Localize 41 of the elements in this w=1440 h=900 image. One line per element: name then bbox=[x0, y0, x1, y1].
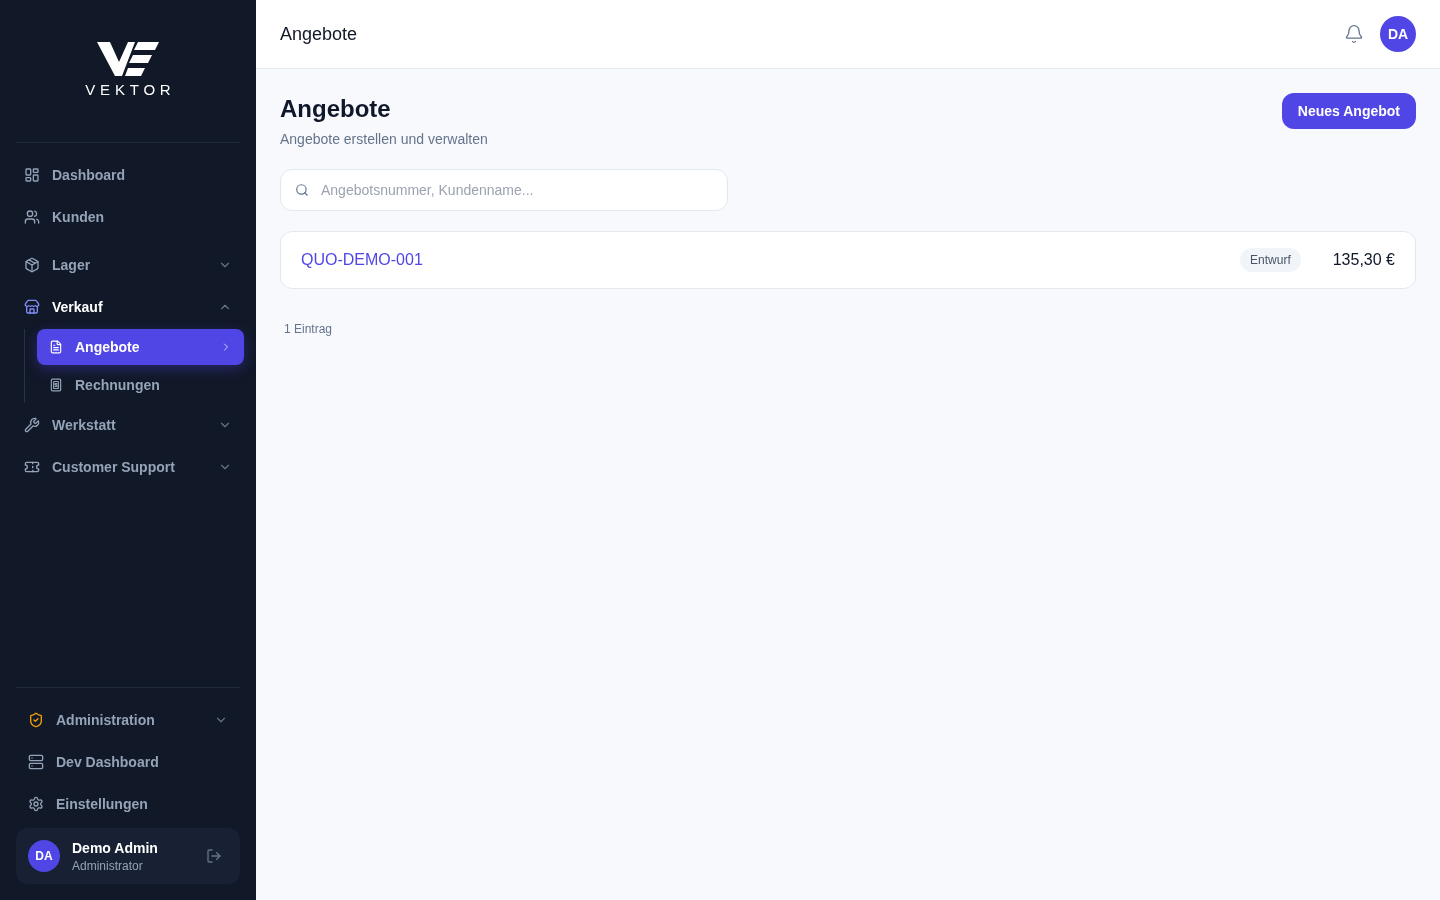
page-title: Angebote bbox=[280, 94, 391, 124]
users-icon bbox=[24, 209, 40, 225]
ticket-icon bbox=[24, 459, 40, 475]
amount-text: 135,30 € bbox=[1332, 250, 1395, 270]
document-icon bbox=[49, 340, 63, 354]
search-icon bbox=[295, 183, 309, 197]
new-quote-button[interactable]: Neues Angebot bbox=[1281, 93, 1416, 129]
user-role: Administrator bbox=[72, 858, 143, 874]
dashboard-grid-icon bbox=[24, 167, 40, 183]
user-name: Demo Admin bbox=[72, 839, 158, 858]
nav-subitem[interactable]: Rechnungen bbox=[37, 367, 244, 403]
bell-icon[interactable] bbox=[1344, 24, 1364, 44]
nav-item[interactable]: Dashboard bbox=[12, 155, 244, 195]
logo-icon bbox=[97, 42, 159, 76]
search-field[interactable]: Angebotsnummer, Kundenname... bbox=[280, 169, 728, 211]
user-avatar[interactable]: DA bbox=[28, 840, 60, 872]
nav-item[interactable]: Dev Dashboard bbox=[16, 742, 240, 782]
nav-subitem[interactable]: Angebote bbox=[37, 329, 244, 365]
wrench-icon bbox=[24, 417, 40, 433]
settings-icon bbox=[28, 796, 44, 812]
header-title: Angebote bbox=[280, 23, 358, 46]
nav-item[interactable]: Verkauf bbox=[12, 287, 244, 327]
store-icon bbox=[24, 299, 40, 315]
nav-item[interactable]: Kunden bbox=[12, 197, 244, 237]
nav-item[interactable]: Administration bbox=[16, 700, 240, 740]
nav-item[interactable]: Customer Support bbox=[12, 447, 244, 487]
box-icon bbox=[24, 257, 40, 273]
dollar-document-icon bbox=[49, 378, 63, 392]
quote-number-link[interactable]: QUO-DEMO-001 bbox=[301, 248, 423, 272]
shield-check-icon bbox=[28, 712, 44, 728]
nav-item[interactable]: Lager bbox=[12, 245, 244, 285]
nav-item[interactable]: Werkstatt bbox=[12, 405, 244, 445]
logo-wordmark: VEKTOR bbox=[84, 80, 176, 100]
page-subtitle: Angebote erstellen und verwalten bbox=[280, 130, 488, 149]
status-badge: Entwurf bbox=[1240, 248, 1301, 272]
logout-icon bbox=[206, 848, 222, 864]
server-icon bbox=[28, 754, 44, 770]
user-avatar[interactable]: DA bbox=[1380, 16, 1416, 52]
quote-row[interactable]: QUO-DEMO-001 Entwurf 135,30 € bbox=[280, 231, 1416, 289]
entry-count: 1 Eintrag bbox=[283, 321, 334, 337]
nav-item[interactable]: Einstellungen bbox=[16, 784, 240, 824]
